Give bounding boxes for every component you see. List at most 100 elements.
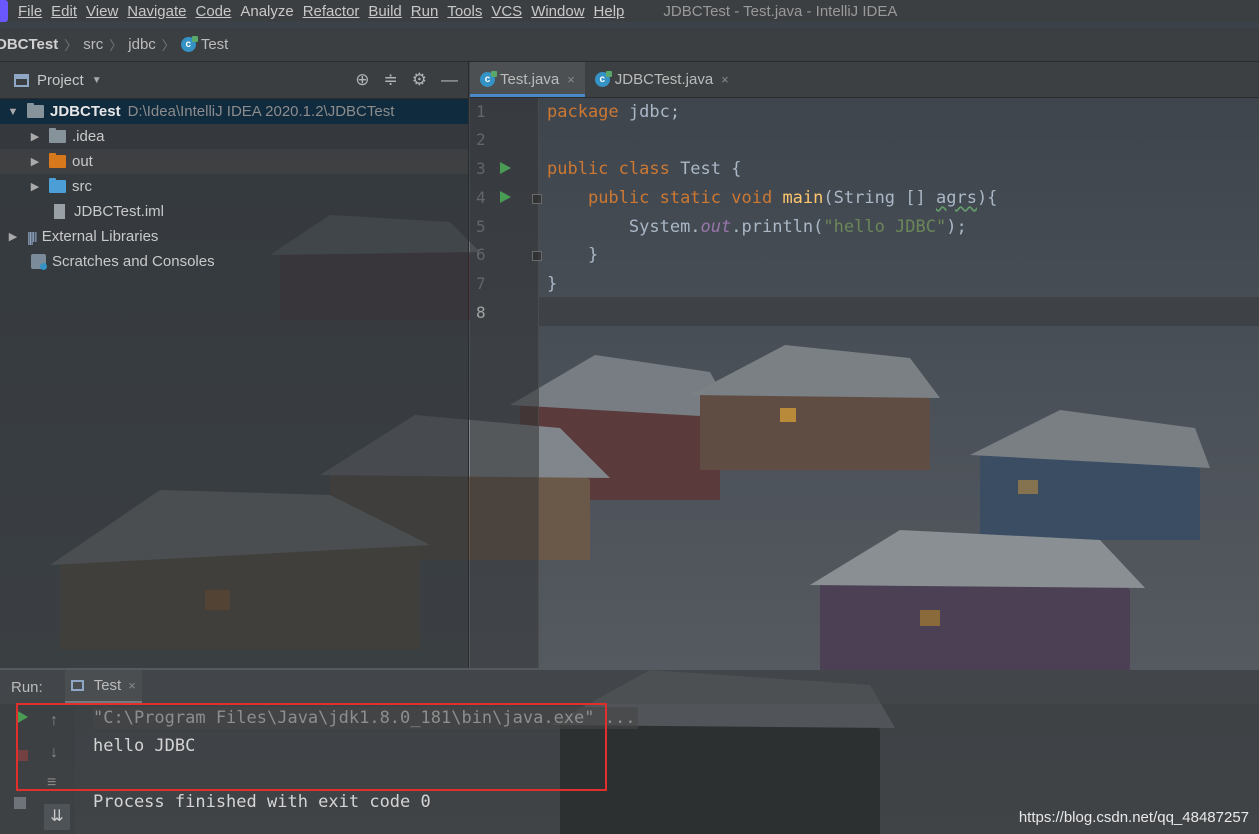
libraries-icon: |||‖: [27, 228, 38, 245]
project-window-icon: [14, 73, 29, 87]
tab-test-java[interactable]: c Test.java ×: [470, 62, 585, 97]
project-tool-window: Project ▼ ⊕ ≑ ⚙ — ▼ JDBCTest D:\Idea\Int…: [0, 62, 469, 668]
tree-item-label: Scratches and Consoles: [52, 253, 215, 270]
editor-tab-bar: c Test.java × c JDBCTest.java ×: [470, 62, 1259, 98]
java-class-icon: c: [180, 36, 198, 52]
line-number: 3: [476, 159, 486, 178]
breadcrumb-separator-icon: 〉: [161, 38, 175, 53]
typo-warning: agrs: [935, 188, 977, 208]
run-tab-label: Test: [93, 677, 122, 694]
scroll-to-end-icon[interactable]: ⇊: [44, 804, 70, 830]
collapsed-arrow-icon[interactable]: ▶: [28, 130, 42, 143]
breadcrumb-project[interactable]: DBCTest: [0, 36, 58, 53]
menu-run[interactable]: Run: [411, 3, 439, 20]
module-file-icon: [54, 204, 65, 219]
editor-gutter: 1 2 3 4 5 6 7 8: [470, 98, 542, 668]
breadcrumb-separator-icon: 〉: [64, 38, 78, 53]
close-icon[interactable]: ×: [128, 678, 136, 693]
menu-file[interactable]: File: [18, 3, 42, 20]
code-editor[interactable]: package jdbc; public class Test { public…: [539, 98, 1259, 668]
breadcrumb-jdbc[interactable]: jdbc: [128, 36, 156, 53]
line-number: 7: [476, 274, 486, 293]
java-class-icon: c: [594, 71, 612, 87]
breadcrumb-test[interactable]: c Test: [180, 36, 229, 53]
tree-item-jdbctest[interactable]: ▼ JDBCTest D:\Idea\IntelliJ IDEA 2020.1.…: [0, 99, 468, 124]
tree-item-label: out: [72, 153, 93, 170]
tree-item-label: External Libraries: [41, 228, 159, 245]
run-tab-test[interactable]: Test ×: [64, 670, 142, 704]
window-title: JDBCTest - Test.java - IntelliJ IDEA: [663, 2, 898, 20]
tree-item-label: src: [72, 178, 92, 195]
folder-icon: [49, 128, 66, 143]
code-line-4: public static void main(String [] agrs){: [587, 188, 998, 208]
menu-build[interactable]: Build: [368, 3, 401, 20]
run-header: Run: Test ×: [0, 670, 1259, 704]
close-icon[interactable]: ×: [721, 72, 729, 87]
tree-item-iml[interactable]: JDBCTest.iml: [0, 199, 468, 224]
menu-analyze[interactable]: Analyze: [240, 3, 293, 20]
line-number: 4: [476, 188, 486, 207]
tree-item-out[interactable]: ▶ out: [0, 149, 468, 174]
menu-view[interactable]: View: [86, 3, 118, 20]
java-class-icon: c: [480, 71, 497, 87]
menu-code[interactable]: Code: [195, 3, 231, 20]
menu-edit[interactable]: Edit: [51, 3, 77, 20]
menu-tools[interactable]: Tools: [447, 3, 482, 20]
tab-label: Test.java: [500, 71, 560, 88]
tree-item-label: JDBCTest.iml: [74, 203, 165, 220]
code-line-5: System.out.println("hello JDBC");: [628, 217, 967, 237]
locate-file-icon[interactable]: ⊕: [355, 70, 369, 90]
hide-panel-icon[interactable]: —: [441, 70, 458, 90]
expand-arrow-icon[interactable]: ▼: [6, 106, 20, 118]
code-line-7: }: [547, 274, 558, 294]
breadcrumb-separator-icon: 〉: [109, 38, 123, 53]
chevron-down-icon: ▼: [91, 74, 102, 86]
layout-icon[interactable]: [14, 797, 26, 809]
tree-item-src[interactable]: ▶ src: [0, 174, 468, 199]
tree-item-path: D:\Idea\IntelliJ IDEA 2020.1.2\JDBCTest: [127, 103, 395, 120]
line-number: 8: [476, 303, 486, 322]
output-highlight-box: [16, 703, 607, 791]
collapsed-arrow-icon[interactable]: ▶: [28, 180, 42, 193]
menu-window[interactable]: Window: [531, 3, 584, 20]
line-number: 5: [476, 217, 486, 236]
menu-bar: File Edit View Navigate Code Analyze Ref…: [0, 0, 1259, 22]
run-config-icon: [70, 680, 84, 691]
menu-help[interactable]: Help: [594, 3, 625, 20]
line-number: 6: [476, 245, 486, 264]
caret-line-highlight: [539, 297, 1259, 326]
menu-navigate[interactable]: Navigate: [127, 3, 186, 20]
breadcrumb-src[interactable]: src: [83, 36, 103, 53]
collapsed-arrow-icon[interactable]: ▶: [28, 155, 42, 168]
module-folder-icon: [27, 103, 44, 118]
tree-item-external-libraries[interactable]: ▶ |||‖ External Libraries: [0, 224, 468, 249]
gear-icon[interactable]: ⚙: [412, 70, 427, 90]
project-view-selector[interactable]: Project ▼: [14, 72, 102, 89]
tree-item-scratches[interactable]: Scratches and Consoles: [0, 249, 468, 274]
watermark-text: https://blog.csdn.net/qq_48487257: [1018, 809, 1249, 826]
run-class-icon[interactable]: [500, 162, 511, 174]
run-main-icon[interactable]: [500, 191, 511, 203]
breadcrumb-test-label: Test: [200, 36, 229, 53]
navigation-bar: DBCTest 〉 src 〉 jdbc 〉 c Test: [0, 28, 1259, 62]
tree-item-label: JDBCTest: [50, 103, 121, 120]
code-line-6: }: [587, 245, 599, 265]
project-title: Project: [37, 71, 84, 89]
close-icon[interactable]: ×: [567, 72, 575, 87]
collapse-all-icon[interactable]: ≑: [384, 70, 398, 90]
tab-jdbctest-java[interactable]: c JDBCTest.java ×: [585, 62, 739, 97]
tab-label: JDBCTest.java: [614, 71, 714, 88]
collapsed-arrow-icon[interactable]: ▶: [6, 230, 20, 243]
scratches-icon: [31, 254, 47, 270]
menu-vcs[interactable]: VCS: [491, 3, 522, 20]
project-header: Project ▼ ⊕ ≑ ⚙ —: [0, 62, 468, 99]
intellij-logo-icon: [0, 0, 8, 22]
line-number: 2: [476, 130, 486, 149]
line-number: 1: [476, 102, 486, 121]
project-tree: ▼ JDBCTest D:\Idea\IntelliJ IDEA 2020.1.…: [0, 99, 468, 274]
tree-item-idea[interactable]: ▶ .idea: [0, 124, 468, 149]
console-exit-line: Process finished with exit code 0: [93, 792, 431, 812]
excluded-folder-icon: [49, 153, 66, 168]
run-label: Run:: [11, 678, 43, 696]
menu-refactor[interactable]: Refactor: [303, 3, 360, 20]
